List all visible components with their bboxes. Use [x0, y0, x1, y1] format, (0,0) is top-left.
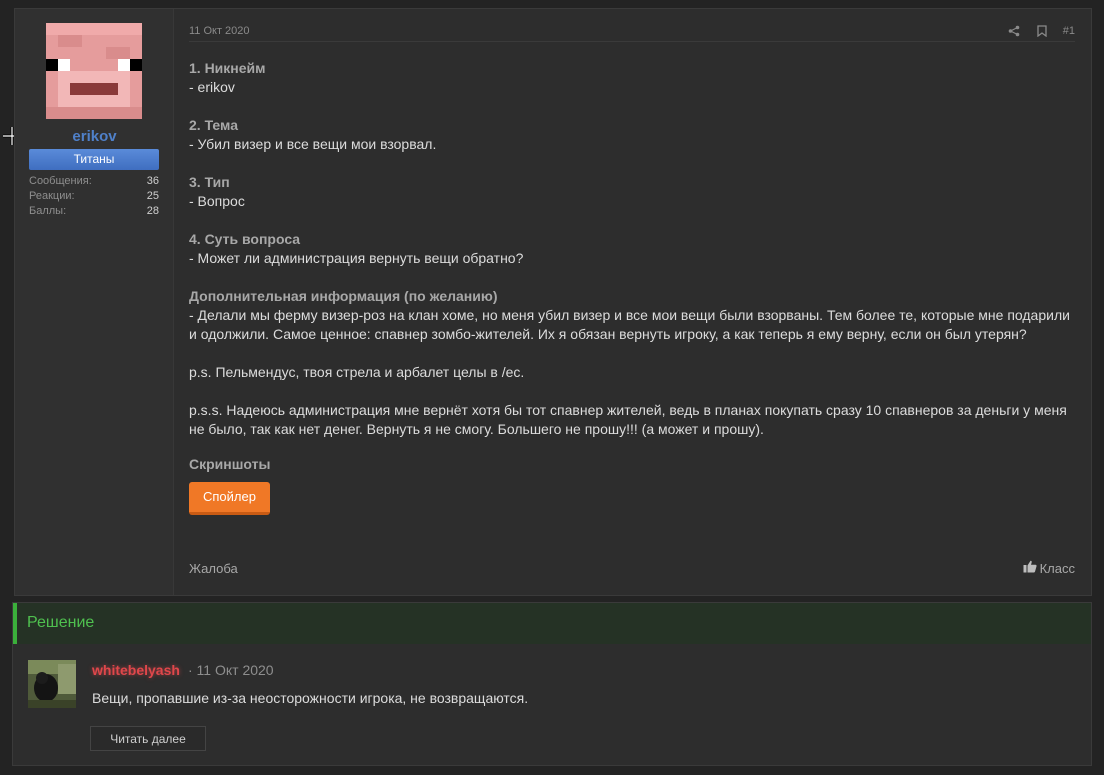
post-section-type: 3. Тип - Вопрос	[189, 173, 1075, 211]
author-username[interactable]: erikov	[15, 128, 174, 145]
post-section-ps: p.s. Пельмендус, твоя стрела и арбалет ц…	[189, 363, 1075, 382]
post-author-sidebar: erikov Титаны Сообщения: 36 Реакции: 25 …	[15, 9, 174, 595]
post-section-question: 4. Суть вопроса - Может ли администрация…	[189, 230, 1075, 268]
author-stats: Сообщения: 36 Реакции: 25 Баллы: 28	[29, 174, 159, 219]
section-text: - Делали мы ферму визер-роз на клан хоме…	[189, 307, 1070, 342]
section-text: - Может ли администрация вернуть вещи об…	[189, 250, 524, 266]
post-body: 1. Никнейм - erikov 2. Тема - Убил визер…	[189, 59, 1075, 515]
post-section-topic: 2. Тема - Убил визер и все вещи мои взор…	[189, 116, 1075, 154]
thumbs-up-icon	[1023, 560, 1037, 576]
section-title: 3. Тип	[189, 174, 230, 190]
solution-date: · 11 Окт 2020	[188, 662, 274, 678]
stat-value: 25	[146, 190, 159, 202]
like-button[interactable]: Класс	[1023, 560, 1075, 576]
post-header-actions: #1	[1007, 24, 1075, 38]
section-text: p.s.s. Надеюсь администрация мне вернёт …	[189, 402, 1067, 437]
section-text: p.s. Пельмендус, твоя стрела и арбалет ц…	[189, 364, 525, 380]
share-icon[interactable]	[1007, 24, 1021, 38]
stat-row-points: Баллы: 28	[29, 204, 159, 219]
section-title: 4. Суть вопроса	[189, 231, 301, 247]
solution-title: Решение	[27, 614, 95, 631]
stat-row-messages: Сообщения: 36	[29, 174, 159, 189]
section-text: - Убил визер и все вещи мои взорвал.	[189, 136, 437, 152]
section-title: 1. Никнейм	[189, 60, 266, 76]
section-title: Дополнительная информация (по желанию)	[189, 288, 498, 304]
solution-header: Решение	[13, 603, 1091, 644]
section-title: 2. Тема	[189, 117, 238, 133]
solution-author[interactable]: whitebelyash	[92, 662, 180, 678]
section-text: - erikov	[189, 79, 235, 95]
avatar[interactable]	[46, 23, 142, 119]
solution-text: Вещи, пропавшие из-за неосторожности игр…	[92, 690, 529, 706]
post-section-pss: p.s.s. Надеюсь администрация мне вернёт …	[189, 401, 1075, 439]
stat-value: 36	[146, 175, 159, 187]
solution-block: Решение whitebelyash · 11 Окт 2020 Вещи,…	[12, 602, 1092, 766]
author-rank-badge: Титаны	[29, 149, 159, 170]
bookmark-icon[interactable]	[1035, 24, 1049, 38]
section-text: - Вопрос	[189, 193, 245, 209]
like-label: Класс	[1039, 560, 1075, 576]
stat-label: Баллы:	[29, 205, 67, 217]
stat-label: Сообщения:	[29, 175, 92, 187]
solution-author-avatar[interactable]	[28, 660, 76, 708]
post-number-link[interactable]: #1	[1063, 25, 1075, 37]
spoiler-button[interactable]: Спойлер	[189, 482, 270, 515]
post-section-nickname: 1. Никнейм - erikov	[189, 59, 1075, 97]
header-divider	[189, 41, 1075, 42]
stat-label: Реакции:	[29, 190, 75, 202]
post-container: erikov Титаны Сообщения: 36 Реакции: 25 …	[14, 8, 1092, 596]
post-date[interactable]: 11 Окт 2020	[189, 25, 250, 37]
report-link[interactable]: Жалоба	[189, 561, 238, 576]
stat-value: 28	[146, 205, 159, 217]
read-more-button[interactable]: Читать далее	[90, 726, 206, 751]
post-section-extra-info: Дополнительная информация (по желанию) -…	[189, 287, 1075, 344]
stat-row-reactions: Реакции: 25	[29, 189, 159, 204]
screenshots-title: Скриншоты	[189, 456, 271, 472]
post-main: 11 Окт 2020 #1 1. Никнейм - erikov 2. Те…	[189, 9, 1075, 595]
